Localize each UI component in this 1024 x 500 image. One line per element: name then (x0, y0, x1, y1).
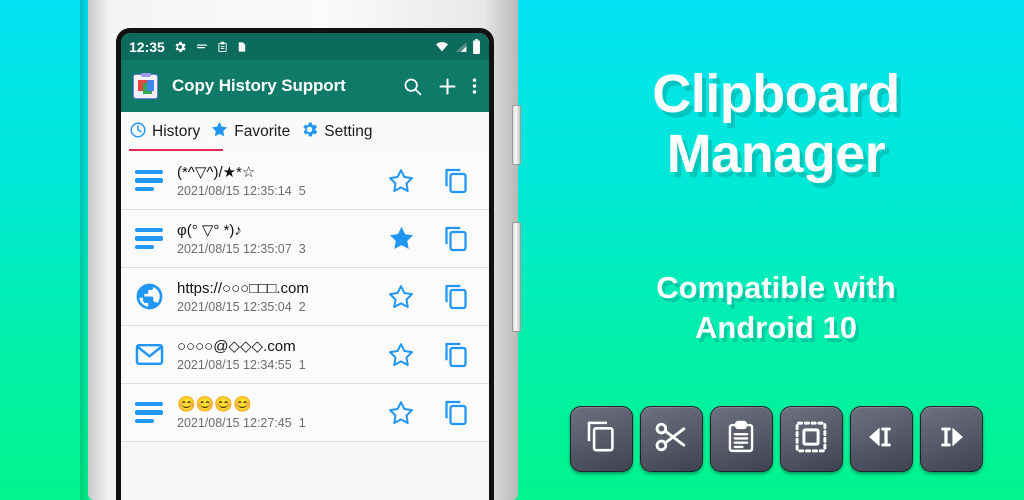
copy-icon (583, 419, 619, 460)
list-item-body: https://○○○□□□.com 2021/08/15 12:35:04 2 (177, 279, 369, 315)
editing-toolbar (528, 406, 1024, 472)
copy-icon[interactable] (433, 166, 479, 196)
list-item-meta: 2021/08/15 12:35:04 2 (177, 300, 369, 315)
signal-icon (454, 40, 468, 53)
promo-subtitle: Compatible with Android 10 (528, 268, 1024, 348)
list-item-body: ○○○○@◇◇◇.com 2021/08/15 12:34:55 1 (177, 337, 369, 373)
tab-favorite[interactable]: Favorite (210, 120, 290, 144)
list-item[interactable]: 😊😊😊😊 2021/08/15 12:27:45 1 (121, 384, 489, 442)
add-icon[interactable] (437, 76, 458, 97)
list-item-meta: 2021/08/15 12:27:45 1 (177, 416, 369, 431)
clipboard-icon (217, 40, 228, 54)
clock-icon (129, 121, 147, 144)
list-item-timestamp: 2021/08/15 12:35:04 (177, 299, 292, 314)
tab-history-label: History (152, 123, 201, 140)
list-item-body: 😊😊😊😊 2021/08/15 12:27:45 1 (177, 395, 369, 431)
app-title: Copy History Support (172, 76, 346, 95)
status-bar-right-icons (434, 39, 481, 54)
copy-icon[interactable] (433, 340, 479, 370)
select-all-icon (794, 420, 828, 459)
copy-icon[interactable] (433, 224, 479, 254)
battery-icon (472, 39, 481, 54)
promo-subtitle-line2: Android 10 (695, 310, 857, 345)
list-item-timestamp: 2021/08/15 12:27:45 (177, 415, 292, 430)
paste-button[interactable] (709, 406, 773, 472)
scissors-icon (653, 419, 689, 460)
copy-icon[interactable] (433, 282, 479, 312)
promo-banner: 12:35 Copy History Support History Favor… (0, 0, 1024, 500)
star-icon (210, 120, 229, 144)
list-item-text: (*^▽^)/★*☆ (177, 163, 256, 181)
caret-right-icon (934, 420, 968, 459)
promo-panel: Clipboard Manager Compatible with Androi… (528, 0, 1024, 500)
mail-icon (131, 339, 167, 370)
favorite-star-icon[interactable] (379, 341, 423, 369)
tab-history[interactable]: History (129, 121, 200, 144)
list-item-text: ○○○○@◇◇◇.com (177, 337, 296, 355)
clipboard-paste-icon (724, 420, 758, 459)
favorite-star-icon[interactable] (379, 283, 423, 311)
gear-icon (300, 120, 319, 144)
copy-button[interactable] (569, 406, 633, 472)
copy-icon[interactable] (433, 398, 479, 428)
list-item-timestamp: 2021/08/15 12:34:55 (177, 357, 292, 372)
list-item[interactable]: (*^▽^)/★*☆ 2021/08/15 12:35:14 5 (121, 152, 489, 210)
favorite-star-icon-filled[interactable] (379, 224, 423, 253)
list-item-text: https://○○○□□□.com (177, 279, 309, 297)
list-item-count: 1 (298, 357, 306, 372)
menu-lines-icon (195, 41, 209, 53)
promo-title-line1: Clipboard (652, 64, 900, 124)
text-lines-icon (131, 401, 167, 424)
list-item[interactable]: φ(° ▽° *)♪ 2021/08/15 12:35:07 3 (121, 210, 489, 268)
power-button[interactable] (512, 222, 521, 332)
promo-title-line2: Manager (666, 124, 886, 184)
tab-selected-indicator (129, 148, 223, 151)
tab-bar: History Favorite Setting (121, 112, 489, 152)
clipboard-app-icon (133, 73, 158, 99)
cursor-left-button[interactable] (849, 406, 913, 472)
caret-left-icon (864, 420, 898, 459)
list-item[interactable]: ○○○○@◇◇◇.com 2021/08/15 12:34:55 1 (121, 326, 489, 384)
cut-button[interactable] (639, 406, 703, 472)
phone-screen: 12:35 Copy History Support History Favor… (121, 33, 489, 500)
tab-favorite-label: Favorite (234, 123, 291, 140)
gear-icon (173, 40, 187, 54)
tab-setting-label: Setting (324, 123, 373, 140)
list-item[interactable]: https://○○○□□□.com 2021/08/15 12:35:04 2 (121, 268, 489, 326)
promo-title: Clipboard Manager (528, 64, 1024, 184)
phone-device: 12:35 Copy History Support History Favor… (88, 0, 521, 500)
list-item-count: 2 (298, 299, 306, 314)
status-bar-time: 12:35 (129, 38, 165, 55)
list-item-timestamp: 2021/08/15 12:35:14 (177, 183, 292, 198)
list-item-meta: 2021/08/15 12:35:14 5 (177, 184, 369, 199)
promo-subtitle-line1: Compatible with (656, 270, 896, 305)
list-item-text: φ(° ▽° *)♪ (177, 221, 242, 239)
overflow-menu-icon[interactable] (472, 76, 477, 96)
text-lines-icon (131, 227, 167, 250)
text-lines-icon (131, 169, 167, 192)
sdcard-icon (236, 40, 247, 54)
list-item-body: (*^▽^)/★*☆ 2021/08/15 12:35:14 5 (177, 163, 369, 199)
app-bar: Copy History Support (121, 60, 489, 112)
cursor-right-button[interactable] (919, 406, 983, 472)
list-item-count: 3 (298, 241, 306, 256)
wifi-icon (434, 40, 450, 53)
search-icon[interactable] (402, 76, 423, 97)
phone-bezel: 12:35 Copy History Support History Favor… (116, 28, 494, 500)
list-item-count: 5 (298, 183, 306, 198)
status-bar: 12:35 (121, 33, 489, 60)
list-item-timestamp: 2021/08/15 12:35:07 (177, 241, 292, 256)
list-item-body: φ(° ▽° *)♪ 2021/08/15 12:35:07 3 (177, 221, 369, 257)
select-all-button[interactable] (779, 406, 843, 472)
favorite-star-icon[interactable] (379, 399, 423, 427)
favorite-star-icon[interactable] (379, 167, 423, 195)
list-item-meta: 2021/08/15 12:35:07 3 (177, 242, 369, 257)
history-list: (*^▽^)/★*☆ 2021/08/15 12:35:14 5 φ(° ▽° … (121, 152, 489, 442)
tab-setting[interactable]: Setting (300, 120, 373, 144)
list-item-meta: 2021/08/15 12:34:55 1 (177, 358, 369, 373)
list-item-text: 😊😊😊😊 (177, 395, 252, 413)
list-item-count: 1 (298, 415, 306, 430)
globe-icon (131, 281, 167, 312)
volume-rocker-button[interactable] (512, 105, 521, 165)
